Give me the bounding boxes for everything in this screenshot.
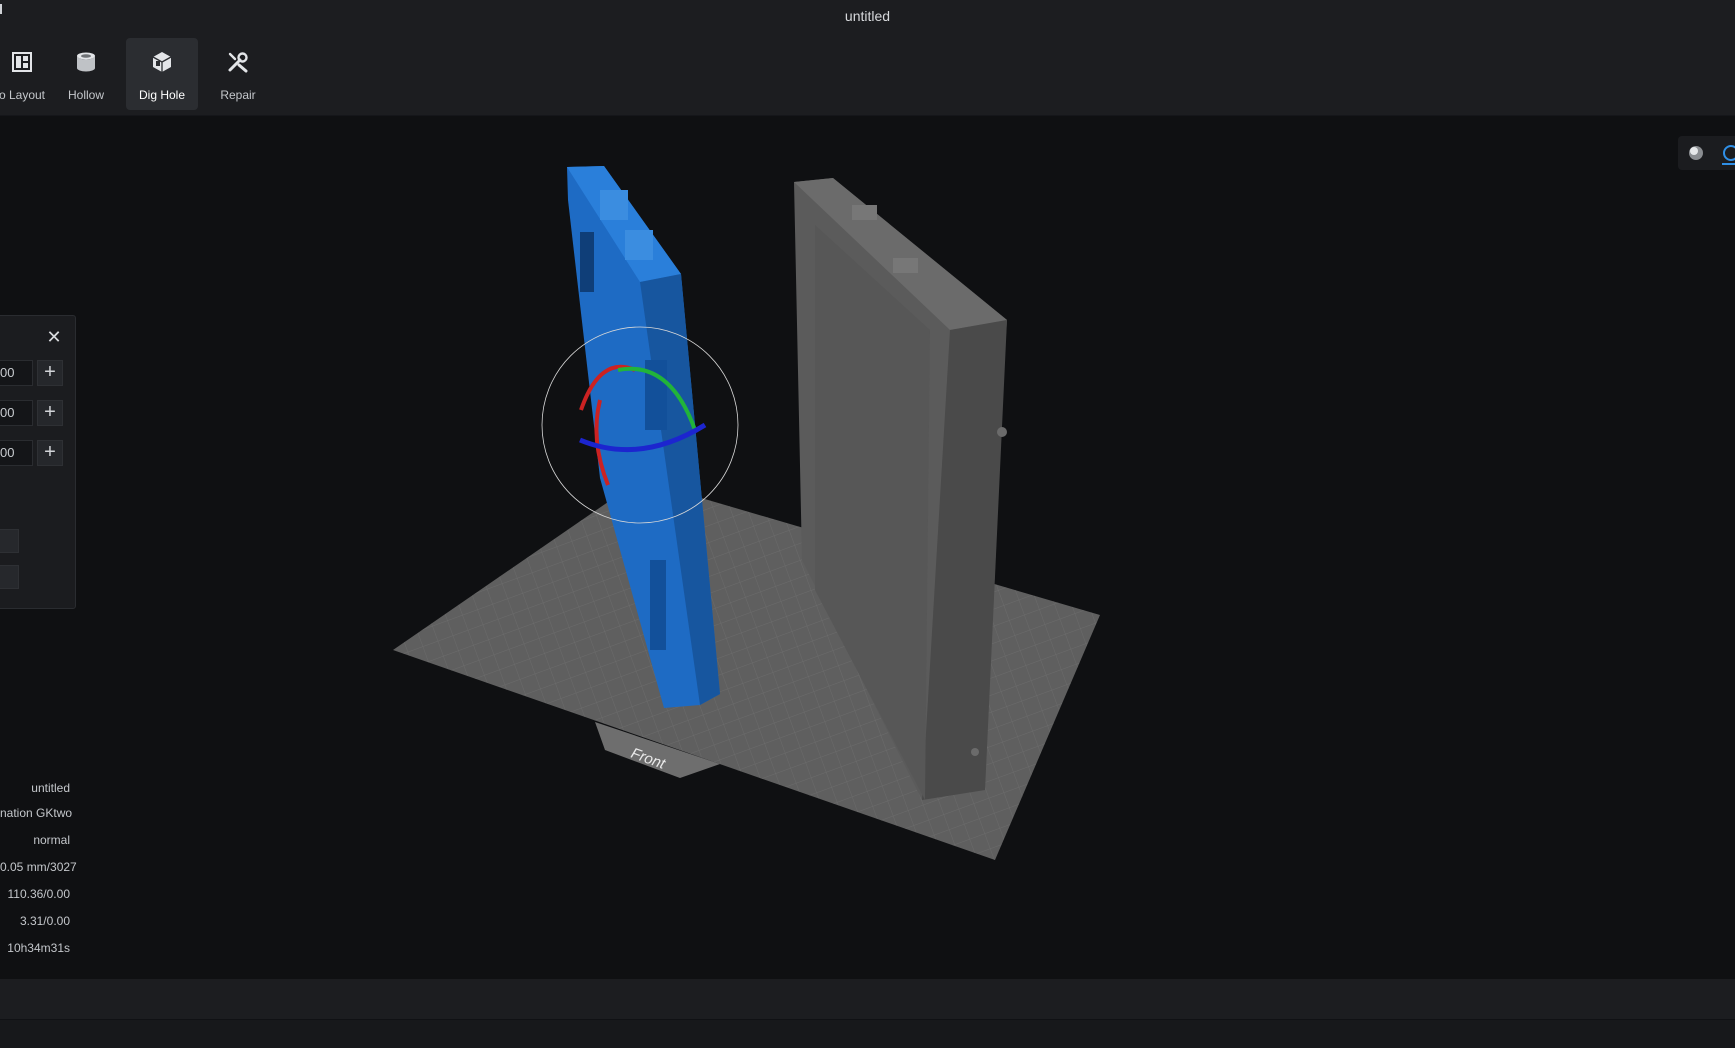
rotate-z-increment-button[interactable]: + — [37, 440, 63, 466]
scene[interactable]: Front — [0, 116, 1735, 979]
panel-button-1[interactable] — [0, 529, 19, 553]
toolbar: o Layout Hollow Dig Hole Repair — [0, 34, 1735, 116]
panel-button-2[interactable] — [0, 565, 19, 589]
rotate-y-input[interactable]: 00 — [0, 400, 33, 426]
title-bar: untitled — [0, 0, 1735, 34]
rotate-x-increment-button[interactable]: + — [37, 360, 63, 386]
info-layer: 0.05 mm/3027 — [0, 860, 77, 874]
repair-icon — [228, 52, 248, 73]
info-printer: nation GKtwo — [0, 806, 73, 820]
rotate-z-input[interactable]: 00 — [0, 440, 33, 466]
info-filename: untitled — [31, 781, 70, 795]
rotate-panel: ✕ 00 + 00 + 00 + — [0, 315, 76, 609]
window-title: untitled — [844, 8, 891, 24]
layout-icon — [12, 52, 32, 72]
dig-hole-icon — [152, 52, 172, 72]
info-time: 10h34m31s — [7, 941, 70, 955]
status-bar — [0, 1019, 1735, 1048]
rotate-y-field-row: 00 + — [0, 400, 77, 426]
repair-label: Repair — [220, 88, 256, 102]
rotate-x-field-row: 00 + — [0, 360, 77, 386]
shaded-view-icon[interactable] — [1688, 145, 1704, 161]
close-icon[interactable]: ✕ — [45, 328, 63, 346]
3d-viewport[interactable]: Front ✕ 00 + 00 + 00 + untitled nation G… — [0, 116, 1735, 979]
info-cost: 3.31/0.00 — [19, 914, 70, 928]
rotate-z-field-row: 00 + — [0, 440, 77, 466]
hollow-icon — [77, 52, 95, 72]
bottom-bar — [0, 979, 1735, 1019]
wireframe-view-icon[interactable] — [1722, 144, 1735, 166]
repair-button[interactable]: Repair — [202, 38, 274, 110]
view-mode-switch — [1678, 136, 1735, 170]
rotate-y-increment-button[interactable]: + — [37, 400, 63, 426]
rotate-x-input[interactable]: 00 — [0, 360, 33, 386]
info-volume: 110.36/0.00 — [7, 887, 70, 901]
info-profile: normal — [33, 833, 70, 847]
